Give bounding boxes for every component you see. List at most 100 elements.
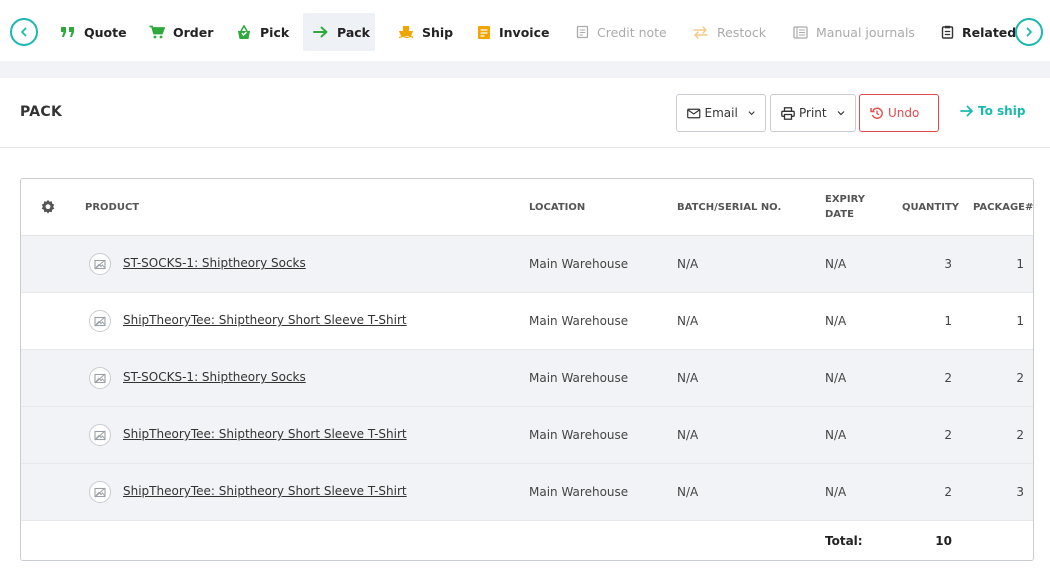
table-header: PRODUCT LOCATION BATCH/SERIAL NO. EXPIRY…: [21, 179, 1033, 236]
printer-icon: [781, 106, 795, 120]
quantity-cell: 2: [944, 428, 952, 442]
package-cell: 1: [1016, 257, 1024, 271]
chevron-left-icon: [21, 27, 27, 37]
nav-item-invoice[interactable]: Invoice: [467, 13, 559, 51]
nav-next-button[interactable]: [1015, 18, 1043, 46]
product-link[interactable]: ST-SOCKS-1: Shiptheory Socks: [123, 370, 306, 384]
nav-prev-button[interactable]: [10, 18, 38, 46]
nav-item-ship[interactable]: Ship: [388, 13, 463, 51]
nav-item-restock[interactable]: Restock: [682, 13, 776, 51]
total-label: Total:: [825, 534, 863, 548]
expiry-cell: N/A: [825, 314, 847, 328]
nav-item-label: Order: [173, 24, 214, 40]
ship-icon: [398, 26, 414, 39]
undo-icon: [870, 107, 883, 119]
product-image-icon: [89, 253, 111, 275]
print-button-label: Print: [799, 106, 827, 120]
nav-item-label: Pick: [260, 24, 290, 40]
nav-item-label: Pack: [337, 24, 370, 40]
email-button[interactable]: Email: [676, 94, 766, 132]
expiry-cell: N/A: [825, 371, 847, 385]
divider: [0, 147, 1050, 148]
col-header-location[interactable]: LOCATION: [529, 200, 585, 215]
location-cell: Main Warehouse: [529, 485, 629, 499]
table-row: ST-SOCKS-1: Shiptheory Socks Main Wareho…: [21, 350, 1033, 407]
col-header-expiry[interactable]: EXPIRY DATE: [825, 192, 865, 222]
batch-cell: N/A: [677, 428, 699, 442]
restock-icon: [693, 25, 708, 39]
nav-item-label: Invoice: [499, 24, 550, 40]
product-link[interactable]: ShipTheoryTee: Shiptheory Short Sleeve T…: [123, 484, 407, 498]
chevron-right-icon: [1026, 27, 1032, 37]
package-cell: 2: [1016, 371, 1024, 385]
email-button-label: Email: [704, 106, 738, 120]
arrow-right-icon: [960, 105, 973, 117]
expiry-cell: N/A: [825, 428, 847, 442]
gear-icon[interactable]: [40, 199, 56, 215]
package-cell: 2: [1016, 428, 1024, 442]
quantity-cell: 3: [944, 257, 952, 271]
journal-icon: [793, 25, 808, 39]
nav-item-quote[interactable]: Quote: [50, 13, 137, 51]
nav-item-label: Quote: [84, 24, 127, 40]
print-button[interactable]: Print: [770, 94, 856, 132]
quote-icon: [61, 27, 74, 37]
nav-item-label: Related: [962, 24, 1017, 40]
batch-cell: N/A: [677, 257, 699, 271]
product-image-icon: [89, 367, 111, 389]
batch-cell: N/A: [677, 314, 699, 328]
chevron-down-icon: [837, 111, 845, 116]
quantity-cell: 2: [944, 485, 952, 499]
envelope-icon: [687, 108, 701, 118]
location-cell: Main Warehouse: [529, 371, 629, 385]
basket-icon: [238, 24, 250, 39]
batch-cell: N/A: [677, 485, 699, 499]
nav-item-label: Manual journals: [816, 24, 915, 40]
col-header-package[interactable]: PACKAGE#: [973, 200, 1033, 215]
product-link[interactable]: ShipTheoryTee: Shiptheory Short Sleeve T…: [123, 427, 407, 441]
table-row: ShipTheoryTee: Shiptheory Short Sleeve T…: [21, 464, 1033, 521]
to-ship-label: To ship: [978, 104, 1026, 118]
undo-button[interactable]: Undo: [859, 94, 939, 132]
total-quantity: 10: [935, 534, 952, 548]
col-header-batch[interactable]: BATCH/SERIAL NO.: [677, 200, 781, 215]
nav-item-label: Credit note: [597, 24, 667, 40]
product-link[interactable]: ST-SOCKS-1: Shiptheory Socks: [123, 256, 306, 270]
location-cell: Main Warehouse: [529, 314, 629, 328]
arrow-right-icon: [313, 26, 328, 38]
nav-item-pack[interactable]: Pack: [303, 13, 375, 51]
nav-item-pick[interactable]: Pick: [226, 13, 299, 51]
expiry-cell: N/A: [825, 485, 847, 499]
batch-cell: N/A: [677, 371, 699, 385]
nav-item-manual-journals[interactable]: Manual journals: [783, 13, 925, 51]
undo-button-label: Undo: [888, 106, 920, 120]
quantity-cell: 1: [944, 314, 952, 328]
expiry-cell: N/A: [825, 257, 847, 271]
product-link[interactable]: ShipTheoryTee: Shiptheory Short Sleeve T…: [123, 313, 407, 327]
col-header-expiry-line2: DATE: [825, 209, 854, 220]
location-cell: Main Warehouse: [529, 428, 629, 442]
table-row: ST-SOCKS-1: Shiptheory Socks Main Wareho…: [21, 236, 1033, 293]
col-header-product[interactable]: PRODUCT: [85, 200, 139, 215]
location-cell: Main Warehouse: [529, 257, 629, 271]
cart-icon: [149, 25, 165, 39]
nav-item-label: Restock: [717, 24, 766, 40]
nav-item-label: Ship: [422, 24, 454, 40]
product-image-icon: [89, 310, 111, 332]
total-row: Total: 10: [21, 521, 1033, 560]
chevron-down-icon: [748, 111, 755, 116]
col-header-quantity[interactable]: QUANTITY: [902, 200, 959, 215]
credit-note-icon: [576, 25, 589, 39]
quantity-cell: 2: [944, 371, 952, 385]
product-image-icon: [89, 481, 111, 503]
nav-item-order[interactable]: Order: [139, 13, 223, 51]
table-row: ShipTheoryTee: Shiptheory Short Sleeve T…: [21, 407, 1033, 464]
to-ship-link[interactable]: To ship: [960, 104, 1025, 118]
pack-table: PRODUCT LOCATION BATCH/SERIAL NO. EXPIRY…: [20, 178, 1034, 561]
nav-item-related[interactable]: Related: [931, 13, 1026, 51]
nav-item-credit-note[interactable]: Credit note: [566, 13, 677, 51]
invoice-icon: [478, 25, 490, 39]
workflow-nav: Quote Order Pick Pack Ship Invoice Credi…: [0, 0, 1050, 61]
table-row: ShipTheoryTee: Shiptheory Short Sleeve T…: [21, 293, 1033, 350]
col-header-expiry-line1: EXPIRY: [825, 194, 865, 205]
